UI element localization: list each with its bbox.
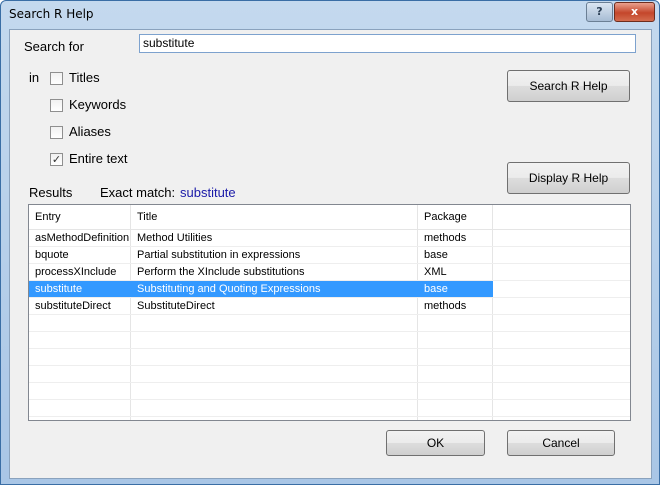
title-bar[interactable]: Search R Help ? x: [1, 1, 659, 28]
results-table[interactable]: Entry Title Package asMethodDefinition M…: [28, 204, 631, 421]
entire-text-checkbox[interactable]: ✓: [50, 153, 63, 166]
cell-package: XML: [424, 266, 447, 278]
help-icon[interactable]: ?: [586, 2, 613, 22]
scope-in-label: in: [29, 70, 40, 85]
titles-label: Titles: [69, 70, 100, 85]
row-divider: [29, 297, 630, 298]
keywords-checkbox[interactable]: [50, 99, 63, 112]
cell-entry: processXInclude: [35, 266, 117, 278]
cell-title: Partial substitution in expressions: [137, 249, 301, 261]
cell-package: base: [424, 249, 448, 261]
row-divider: [29, 348, 630, 349]
display-r-help-button[interactable]: Display R Help: [507, 162, 630, 194]
titles-checkbox[interactable]: [50, 72, 63, 85]
table-row[interactable]: asMethodDefinition Method Utilities meth…: [29, 230, 630, 247]
results-label: Results: [29, 185, 73, 200]
column-header-entry[interactable]: Entry: [29, 205, 131, 229]
table-row[interactable]: bquote Partial substitution in expressio…: [29, 247, 630, 264]
table-row[interactable]: substituteDirect SubstituteDirect method…: [29, 298, 630, 315]
entire-text-label: Entire text: [69, 151, 128, 166]
cell-package: methods: [424, 232, 467, 244]
search-r-help-dialog: Search R Help ? x Search for substitute …: [0, 0, 660, 485]
cell-title: Method Utilities: [137, 232, 213, 244]
row-divider: [29, 399, 630, 400]
column-header-package[interactable]: Package: [418, 205, 493, 229]
keywords-label: Keywords: [69, 97, 127, 112]
ok-button[interactable]: OK: [386, 430, 485, 456]
column-header-title[interactable]: Title: [131, 205, 418, 229]
close-icon[interactable]: x: [614, 2, 655, 22]
row-divider: [29, 280, 630, 281]
cell-title: Perform the XInclude substitutions: [137, 266, 305, 278]
cell-entry: bquote: [35, 249, 69, 261]
cell-entry: asMethodDefinition: [35, 232, 130, 244]
table-header: Entry Title Package: [29, 205, 630, 230]
table-row-selected[interactable]: substitute Substituting and Quoting Expr…: [29, 281, 630, 298]
aliases-checkbox[interactable]: [50, 126, 63, 139]
exact-match-value: substitute: [180, 185, 236, 200]
row-divider: [29, 416, 630, 417]
cell-title: Substituting and Quoting Expressions: [131, 281, 418, 298]
aliases-label: Aliases: [69, 124, 111, 139]
row-divider: [29, 331, 630, 332]
table-row[interactable]: processXInclude Perform the XInclude sub…: [29, 264, 630, 281]
row-divider: [29, 314, 630, 315]
row-divider: [29, 246, 630, 247]
search-input[interactable]: substitute: [139, 34, 636, 53]
cell-package: base: [418, 281, 493, 298]
cancel-button[interactable]: Cancel: [507, 430, 615, 456]
row-divider: [29, 365, 630, 366]
cell-entry: substituteDirect: [35, 300, 111, 312]
search-r-help-button[interactable]: Search R Help: [507, 70, 630, 102]
cell-package: methods: [424, 300, 467, 312]
row-divider: [29, 382, 630, 383]
window-title: Search R Help: [9, 7, 94, 21]
dialog-body: Search for substitute in Titles Keywords…: [9, 29, 652, 479]
cell-title: SubstituteDirect: [137, 300, 215, 312]
search-for-label: Search for: [24, 39, 84, 54]
row-divider: [29, 263, 630, 264]
cell-entry: substitute: [29, 281, 131, 298]
exact-match-label: Exact match:: [100, 185, 176, 200]
